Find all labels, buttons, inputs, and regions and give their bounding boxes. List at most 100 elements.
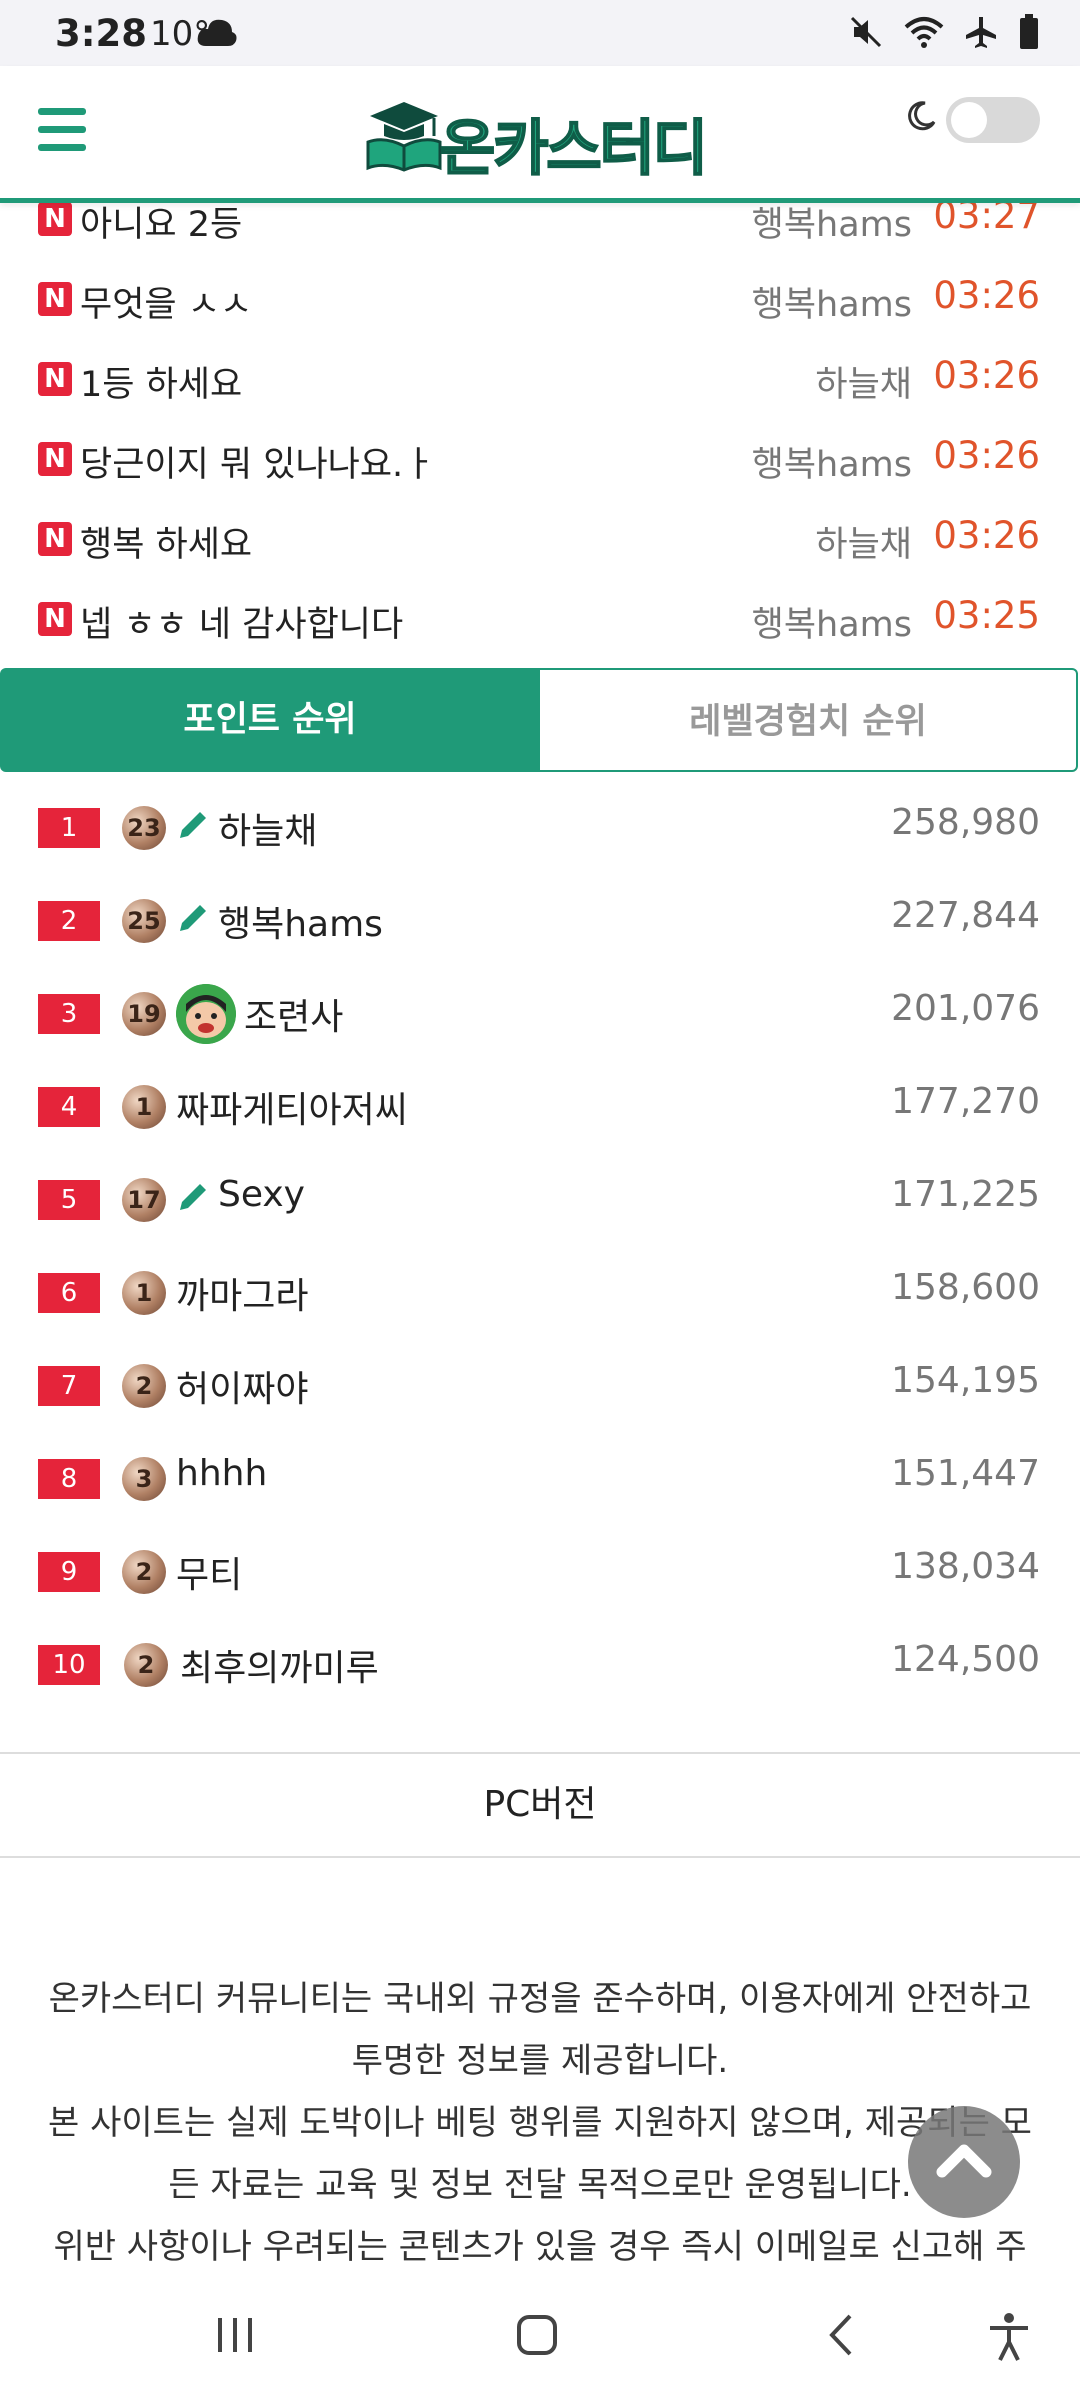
ranking-row[interactable]: 4 1 짜파게티아저씨 177,270 (0, 1059, 1080, 1152)
member-name[interactable]: 짜파게티아저씨 (176, 1081, 408, 1133)
tab-level-exp-ranking[interactable]: 레벨경험치 순위 (540, 668, 1078, 772)
comment-title[interactable]: 행복 하세요 (80, 516, 252, 567)
member-name[interactable]: 하늘채 (218, 802, 317, 854)
level-badge: 2 (122, 1550, 166, 1594)
pencil-icon (176, 808, 210, 846)
site-header: 온카스터디 (0, 66, 1080, 203)
new-icon: N (38, 362, 72, 396)
level-badge: 3 (122, 1457, 166, 1501)
new-icon: N (38, 602, 72, 636)
hamburger-icon[interactable] (38, 108, 86, 152)
ranking-row[interactable]: 2 25 행복hams 227,844 (0, 873, 1080, 966)
ranking-row[interactable]: 3 19 조련사 201,076 (0, 966, 1080, 1059)
member-name[interactable]: 허이짜야 (176, 1360, 308, 1412)
pc-version-link[interactable]: PC버전 (0, 1752, 1080, 1858)
level-badge: 25 (122, 899, 166, 943)
member-points: 258,980 (891, 802, 1040, 843)
member-name[interactable]: 무티 (176, 1546, 242, 1598)
scroll-top-button[interactable] (908, 2106, 1020, 2218)
member-name[interactable]: 조련사 (244, 988, 343, 1040)
member-name[interactable]: 최후의까미루 (180, 1639, 379, 1691)
mute-icon (848, 14, 884, 54)
back-icon[interactable] (820, 2312, 866, 2362)
rank-number: 8 (38, 1459, 100, 1499)
chevron-up-icon (936, 2144, 992, 2178)
status-bar: 3:28 10° (0, 0, 1080, 66)
ranking-row[interactable]: 10 2 최후의까미루 124,500 (0, 1617, 1080, 1710)
cloud-icon (196, 16, 238, 54)
ranking-row[interactable]: 1 23 하늘채 258,980 (0, 780, 1080, 873)
comment-title[interactable]: 넵 ㅎㅎ 네 감사합니다 (80, 596, 403, 647)
comment-author: 행복hams (751, 205, 912, 245)
rank-number: 1 (38, 808, 100, 848)
rank-number: 6 (38, 1273, 100, 1313)
level-badge: 2 (122, 1364, 166, 1408)
battery-icon (1018, 14, 1040, 54)
recent-apps-icon[interactable] (212, 2312, 258, 2362)
comment-author: 행복hams (751, 445, 912, 485)
level-badge: 1 (122, 1271, 166, 1315)
ranking-row[interactable]: 5 17 Sexy 171,225 (0, 1152, 1080, 1245)
comment-title[interactable]: 1등 하세요 (80, 356, 242, 407)
list-item[interactable]: N 행복 하세요 하늘채 03:26 (0, 498, 1080, 578)
rank-number: 2 (38, 901, 100, 941)
accessibility-icon[interactable] (986, 2312, 1032, 2366)
member-name[interactable]: 행복hams (218, 895, 383, 947)
list-item[interactable]: N 넵 ㅎㅎ 네 감사합니다 행복hams 03:25 (0, 578, 1080, 658)
member-points: 154,195 (891, 1360, 1040, 1401)
footer-line: 위반 사항이나 우려되는 콘텐츠가 있을 경우 즉시 이메일로 신고해 주 (53, 2227, 1027, 2267)
new-icon: N (38, 442, 72, 476)
member-points: 177,270 (891, 1081, 1040, 1122)
comment-time: 03:26 (933, 274, 1040, 317)
ranking-row[interactable]: 6 1 까마그라 158,600 (0, 1245, 1080, 1338)
member-name[interactable]: Sexy (218, 1174, 305, 1215)
home-icon[interactable] (514, 2312, 560, 2362)
tab-point-ranking[interactable]: 포인트 순위 (0, 668, 540, 772)
comment-time: 03:26 (933, 514, 1040, 557)
member-points: 151,447 (891, 1453, 1040, 1494)
level-badge: 19 (122, 992, 166, 1036)
system-nav-bar (0, 2284, 1080, 2408)
ranking-row[interactable]: 8 3 hhhh 151,447 (0, 1431, 1080, 1524)
level-badge: 1 (122, 1085, 166, 1129)
level-badge: 2 (124, 1643, 168, 1687)
list-item[interactable]: N 무엇을 ㅅㅅ 행복hams 03:26 (0, 258, 1080, 338)
list-item[interactable]: N 1등 하세요 하늘채 03:26 (0, 338, 1080, 418)
comment-author: 행복hams (751, 285, 912, 325)
comment-title[interactable]: 무엇을 ㅅㅅ (80, 276, 252, 327)
new-icon: N (38, 522, 72, 556)
comment-author: 행복hams (751, 605, 912, 645)
ranking-row[interactable]: 9 2 무티 138,034 (0, 1524, 1080, 1617)
member-points: 124,500 (891, 1639, 1040, 1680)
new-icon: N (38, 282, 72, 316)
site-logo[interactable]: 온카스터디 (364, 94, 716, 185)
footer-line: 온카스터디 커뮤니티는 국내외 규정을 준수하며, 이용자에게 안전하고 (48, 1979, 1032, 2019)
avatar (176, 984, 236, 1044)
member-points: 158,600 (891, 1267, 1040, 1308)
comment-title[interactable]: 당근이지 뭐 있나나요.ㅏ (80, 436, 435, 487)
member-points: 227,844 (891, 895, 1040, 936)
rank-number: 7 (38, 1366, 100, 1406)
graduation-cap-icon (366, 102, 442, 172)
new-icon: N (38, 202, 72, 236)
footer-line: 든 자료는 교육 및 정보 전달 목적으로만 운영됩니다. (168, 2165, 912, 2205)
comment-time: 03:26 (933, 434, 1040, 477)
rank-number: 9 (38, 1552, 100, 1592)
footer-line: 본 사이트는 실제 도박이나 베팅 행위를 지원하지 않으며, 제공되는 모 (48, 2103, 1032, 2143)
rank-number: 4 (38, 1087, 100, 1127)
comment-title[interactable]: 아니요 2등 (80, 196, 242, 247)
member-name[interactable]: 까마그라 (176, 1267, 308, 1319)
comment-time: 03:25 (933, 594, 1040, 637)
wifi-icon (904, 15, 944, 53)
list-item[interactable]: N 당근이지 뭐 있나나요.ㅏ 행복hams 03:26 (0, 418, 1080, 498)
pencil-icon (176, 901, 210, 939)
member-name[interactable]: hhhh (176, 1453, 267, 1494)
pencil-icon (176, 1180, 210, 1218)
dark-mode-toggle[interactable] (946, 97, 1040, 143)
comment-author: 하늘채 (815, 365, 912, 405)
ranking-row[interactable]: 7 2 허이짜야 154,195 (0, 1338, 1080, 1431)
member-points: 201,076 (891, 988, 1040, 1029)
comment-time: 03:26 (933, 354, 1040, 397)
footer-notice: 온카스터디 커뮤니티는 국내외 규정을 준수하며, 이용자에게 안전하고 투명한… (30, 1968, 1050, 2278)
rank-number: 3 (38, 994, 100, 1034)
